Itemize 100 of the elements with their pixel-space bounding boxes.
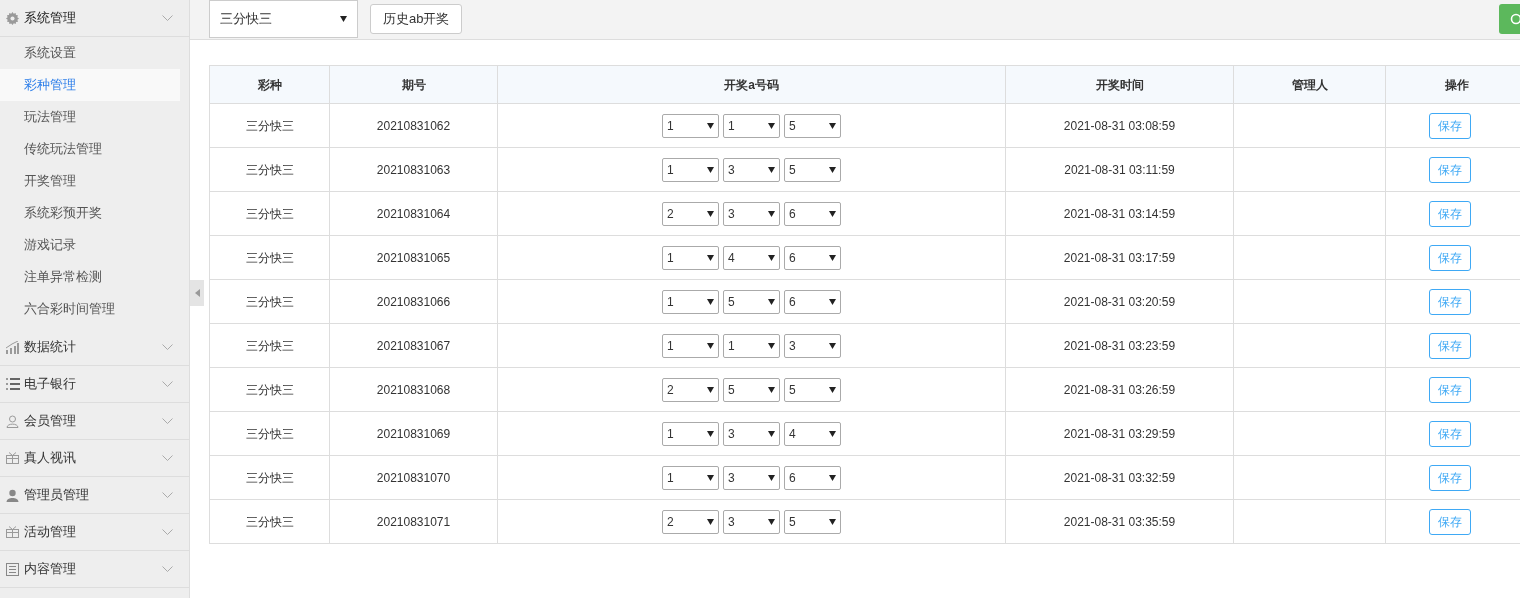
sidebar-group-label: 会员管理 [24, 412, 76, 431]
number-select[interactable]: 1 [662, 157, 719, 182]
number-select[interactable]: 5 [723, 289, 780, 314]
sidebar-item[interactable]: 系统设置 [0, 37, 189, 69]
sidebar-group-label: 活动管理 [24, 523, 76, 542]
number-select[interactable]: 6 [784, 289, 841, 314]
sidebar-item[interactable]: 玩法管理 [0, 101, 189, 133]
dropdown-arrow-icon [768, 474, 775, 481]
dropdown-arrow-icon [829, 166, 836, 173]
number-select[interactable]: 2 [662, 201, 719, 226]
table-cell: 三分快三 [209, 103, 330, 148]
table-cell: 三分快三 [209, 191, 330, 236]
sidebar-group-header[interactable]: 管理员管理 [0, 477, 189, 514]
triangle-left-icon [194, 289, 200, 297]
sidebar-item[interactable]: 传统玩法管理 [0, 133, 189, 165]
column-header: 期号 [329, 65, 498, 104]
dropdown-arrow-icon [768, 254, 775, 261]
sidebar-group-label: 真人视讯 [24, 449, 76, 468]
dropdown-arrow-icon [707, 386, 714, 393]
sidebar-item[interactable]: 开奖管理 [0, 165, 189, 197]
sidebar-item[interactable]: 游戏记录 [0, 229, 189, 261]
gear-icon [6, 11, 19, 25]
number-select[interactable]: 3 [723, 509, 780, 534]
number-select[interactable]: 1 [662, 289, 719, 314]
chevron-down-icon [162, 418, 173, 424]
sidebar-item[interactable]: 系统彩预开奖 [0, 197, 189, 229]
number-select[interactable]: 5 [784, 113, 841, 138]
number-select[interactable]: 1 [723, 113, 780, 138]
number-select[interactable]: 1 [723, 333, 780, 358]
column-header: 管理人 [1233, 65, 1386, 104]
sidebar-item[interactable]: 注单异常检测 [0, 261, 189, 293]
collapse-handle[interactable] [190, 280, 204, 306]
dropdown-arrow-icon [768, 298, 775, 305]
table-cell: 2021-08-31 03:23:59 [1005, 323, 1234, 368]
sidebar-group-header[interactable]: 会员管理 [0, 403, 189, 440]
table-cell: 20210831066 [329, 279, 498, 324]
table-cell: 2021-08-31 03:35:59 [1005, 499, 1234, 544]
dropdown-arrow-icon [829, 122, 836, 129]
dropdown-arrow-icon [829, 386, 836, 393]
number-select[interactable]: 3 [784, 333, 841, 358]
sidebar-group-header[interactable]: 内容管理 [0, 551, 189, 588]
dropdown-arrow-icon [768, 166, 775, 173]
chevron-down-icon [162, 15, 173, 21]
gift-icon [6, 452, 19, 464]
number-select[interactable]: 1 [662, 113, 719, 138]
refresh-button[interactable] [1499, 4, 1520, 34]
number-select[interactable]: 2 [662, 377, 719, 402]
column-header: 彩种 [209, 65, 330, 104]
table-cell: 三分快三 [209, 455, 330, 500]
number-select[interactable]: 3 [723, 157, 780, 182]
table-cell: 2021-08-31 03:26:59 [1005, 367, 1234, 412]
number-select[interactable]: 3 [723, 421, 780, 446]
sidebar-group-header[interactable]: 数据统计 [0, 329, 189, 366]
dropdown-arrow-icon [707, 210, 714, 217]
number-select[interactable]: 4 [723, 245, 780, 270]
number-select[interactable]: 5 [784, 157, 841, 182]
number-select[interactable]: 3 [723, 465, 780, 490]
dropdown-arrow-icon [707, 298, 714, 305]
chevron-down-icon [162, 381, 173, 387]
dropdown-arrow-icon [707, 518, 714, 525]
chevron-down-icon [162, 529, 173, 535]
lottery-select[interactable]: 三分快三 [209, 0, 358, 38]
number-select[interactable]: 6 [784, 201, 841, 226]
number-select[interactable]: 1 [662, 465, 719, 490]
column-header: 操作 [1385, 65, 1520, 104]
sidebar-group-header[interactable]: 活动管理 [0, 514, 189, 551]
number-select[interactable]: 4 [784, 421, 841, 446]
table-cell: 三分快三 [209, 411, 330, 456]
column-header: 开奖a号码 [497, 65, 1006, 104]
sidebar-item[interactable]: 彩种管理 [0, 69, 180, 101]
sidebar-group-header[interactable]: 真人视讯 [0, 440, 189, 477]
dropdown-arrow-icon [707, 166, 714, 173]
dropdown-arrow-icon [707, 122, 714, 129]
sidebar-group-header[interactable]: 电子银行 [0, 366, 189, 403]
table-cell: 20210831063 [329, 147, 498, 192]
dropdown-arrow-icon [768, 386, 775, 393]
number-select[interactable]: 1 [662, 333, 719, 358]
number-select[interactable]: 1 [662, 245, 719, 270]
dropdown-arrow-icon [829, 210, 836, 217]
dropdown-arrow-icon [768, 518, 775, 525]
number-select[interactable]: 6 [784, 465, 841, 490]
number-select[interactable]: 2 [662, 509, 719, 534]
sidebar-group-label: 内容管理 [24, 560, 76, 579]
number-select[interactable]: 6 [784, 245, 841, 270]
dropdown-arrow-icon [707, 474, 714, 481]
dropdown-arrow-icon [829, 342, 836, 349]
sidebar-group-label: 电子银行 [24, 375, 76, 394]
number-select[interactable]: 5 [723, 377, 780, 402]
number-select[interactable]: 3 [723, 201, 780, 226]
number-select[interactable]: 1 [662, 421, 719, 446]
dropdown-arrow-icon [768, 210, 775, 217]
number-select[interactable]: 5 [784, 509, 841, 534]
dropdown-arrow-icon [829, 298, 836, 305]
table-cell: 20210831070 [329, 455, 498, 500]
dropdown-arrow-icon [707, 254, 714, 261]
sidebar-item[interactable]: 六合彩时间管理 [0, 293, 189, 325]
table-cell: 三分快三 [209, 279, 330, 324]
sidebar-group-header[interactable]: 系统管理 [0, 0, 189, 37]
history-button[interactable]: 历史ab开奖 [370, 4, 463, 34]
number-select[interactable]: 5 [784, 377, 841, 402]
